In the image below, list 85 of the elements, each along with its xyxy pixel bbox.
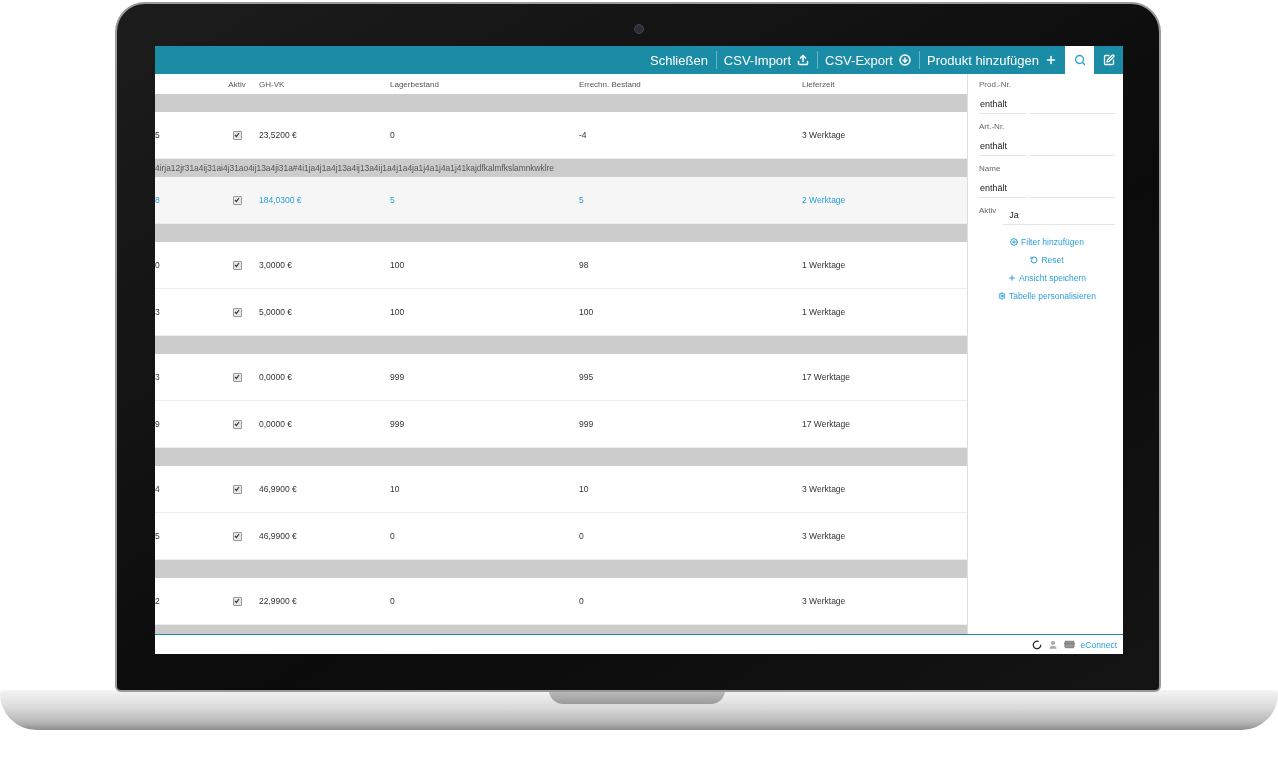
column-header: Errechn. Bestand (579, 79, 641, 89)
table-cell-text: 0 (390, 130, 396, 140)
spinner-icon (1031, 639, 1042, 650)
table-cell-text: 4 (155, 484, 161, 494)
column-header: Lieferzeit (802, 79, 835, 89)
table-cell-text: 17 Werktage (802, 372, 852, 382)
table-cell-text: 5,0000 € (259, 307, 294, 317)
column-header: Lagerbestand (390, 79, 439, 89)
plus-icon (1045, 54, 1057, 66)
table-cell-text: 184,0300 € (259, 195, 303, 205)
table-cell-text: 3 Werktage (802, 531, 847, 541)
table-cell-text: 5 (155, 130, 161, 140)
edit-icon (1102, 54, 1115, 66)
checkbox[interactable] (232, 307, 242, 317)
filter-select[interactable]: Ja (1003, 206, 1115, 225)
table-cell-text: -4 (579, 130, 588, 140)
table-cell-text: 10 (390, 484, 401, 494)
table-cell-text: 17 Werktage (802, 419, 852, 429)
table-cell-text: 9 (155, 419, 161, 429)
table-cell-text: 3 Werktage (802, 130, 847, 140)
table-cell-text: 2 Werktage (802, 195, 847, 205)
checkbox[interactable] (232, 195, 242, 205)
filter-label: Aktiv (979, 206, 997, 215)
checkbox[interactable] (232, 372, 242, 382)
checkbox[interactable] (232, 419, 242, 429)
table-cell-text: 100 (390, 307, 406, 317)
upload-icon (797, 54, 810, 66)
table-cell-text: 5 (155, 531, 161, 541)
table-cell-text: 3 Werktage (802, 484, 847, 494)
table-cell-text: 0 (155, 260, 161, 270)
toolbar-button[interactable]: Produkt hinzufügen (918, 46, 1065, 74)
table-cell-text: 0 (579, 596, 585, 606)
table-cell-text: 5 (579, 195, 585, 205)
column-header: Aktiv (228, 79, 246, 89)
table-cell-text: 0 (390, 531, 396, 541)
operator-select[interactable]: enthält (979, 95, 1026, 114)
table-cell-text: 0 (579, 531, 585, 541)
filter-label: Prod.-Nr. (979, 80, 1012, 89)
table-cell-text: 46,9900 € (259, 531, 298, 541)
table-cell-text: 1 Werktage (802, 260, 847, 270)
plus-circle-icon (1010, 238, 1019, 246)
table-cell-text: 999 (390, 372, 406, 382)
checkbox[interactable] (232, 130, 242, 140)
checkbox[interactable] (232, 484, 242, 494)
checkbox[interactable] (232, 531, 242, 541)
table-cell-text: 5 (390, 195, 396, 205)
table-cell-text: 1 Werktage (802, 307, 847, 317)
table-cell-text: 100 (390, 260, 406, 270)
settings-icon (998, 292, 1006, 300)
plus-icon (1007, 274, 1016, 282)
table-cell-text: 3 (155, 307, 161, 317)
table-cell-text: 22,9900 € (259, 596, 298, 606)
table-cell-text: 3 (155, 372, 161, 382)
camera-icon (634, 24, 644, 34)
table-cell-text: 3,0000 € (259, 260, 294, 270)
table-cell-text: 23,5200 € (259, 130, 298, 140)
card-icon[interactable] (1063, 639, 1075, 650)
column-header: GH-VK (259, 79, 285, 89)
table-cell-text: 999 (390, 419, 406, 429)
table-cell-text: 98 (579, 260, 590, 270)
table-cell-text: 999 (579, 419, 595, 429)
table-cell-text: 2 (155, 596, 161, 606)
table-cell-text: 3 Werktage (802, 596, 847, 606)
checkbox[interactable] (232, 260, 242, 270)
table-cell-text: 46,9900 € (259, 484, 298, 494)
toolbar-button[interactable]: CSV-Export (817, 46, 919, 74)
checkbox[interactable] (232, 596, 242, 606)
table-cell-text: 995 (579, 372, 595, 382)
search-button[interactable] (1065, 46, 1094, 74)
reset-icon (1030, 256, 1039, 264)
filter-label: Art.-Nr. (979, 122, 1006, 131)
group-label: 4irja12jr31a4ij31ai4j31ao4ij13a4ji31a#4i1ja4j1a4j13a4ij13a4ij1a4j1a4ja1j4a1j4a1j41kajdfkalmfkslamnkwklre (155, 163, 555, 173)
table-cell-text: 100 (579, 307, 595, 317)
operator-select[interactable]: enthält (979, 179, 1026, 198)
toolbar-button[interactable]: Schließen (642, 46, 716, 74)
table-cell-text: 0 (390, 596, 396, 606)
operator-select[interactable]: enthält (979, 137, 1026, 156)
table-cell-text: 0,0000 € (259, 419, 294, 429)
filter-label: Name (979, 164, 1002, 173)
table-cell-text: 8 (155, 195, 161, 205)
table-cell-text: 10 (579, 484, 590, 494)
table-cell-text: 0,0000 € (259, 372, 294, 382)
search-icon (1073, 54, 1086, 66)
download-icon (898, 54, 911, 66)
toolbar-button[interactable]: CSV-Import (715, 46, 818, 74)
